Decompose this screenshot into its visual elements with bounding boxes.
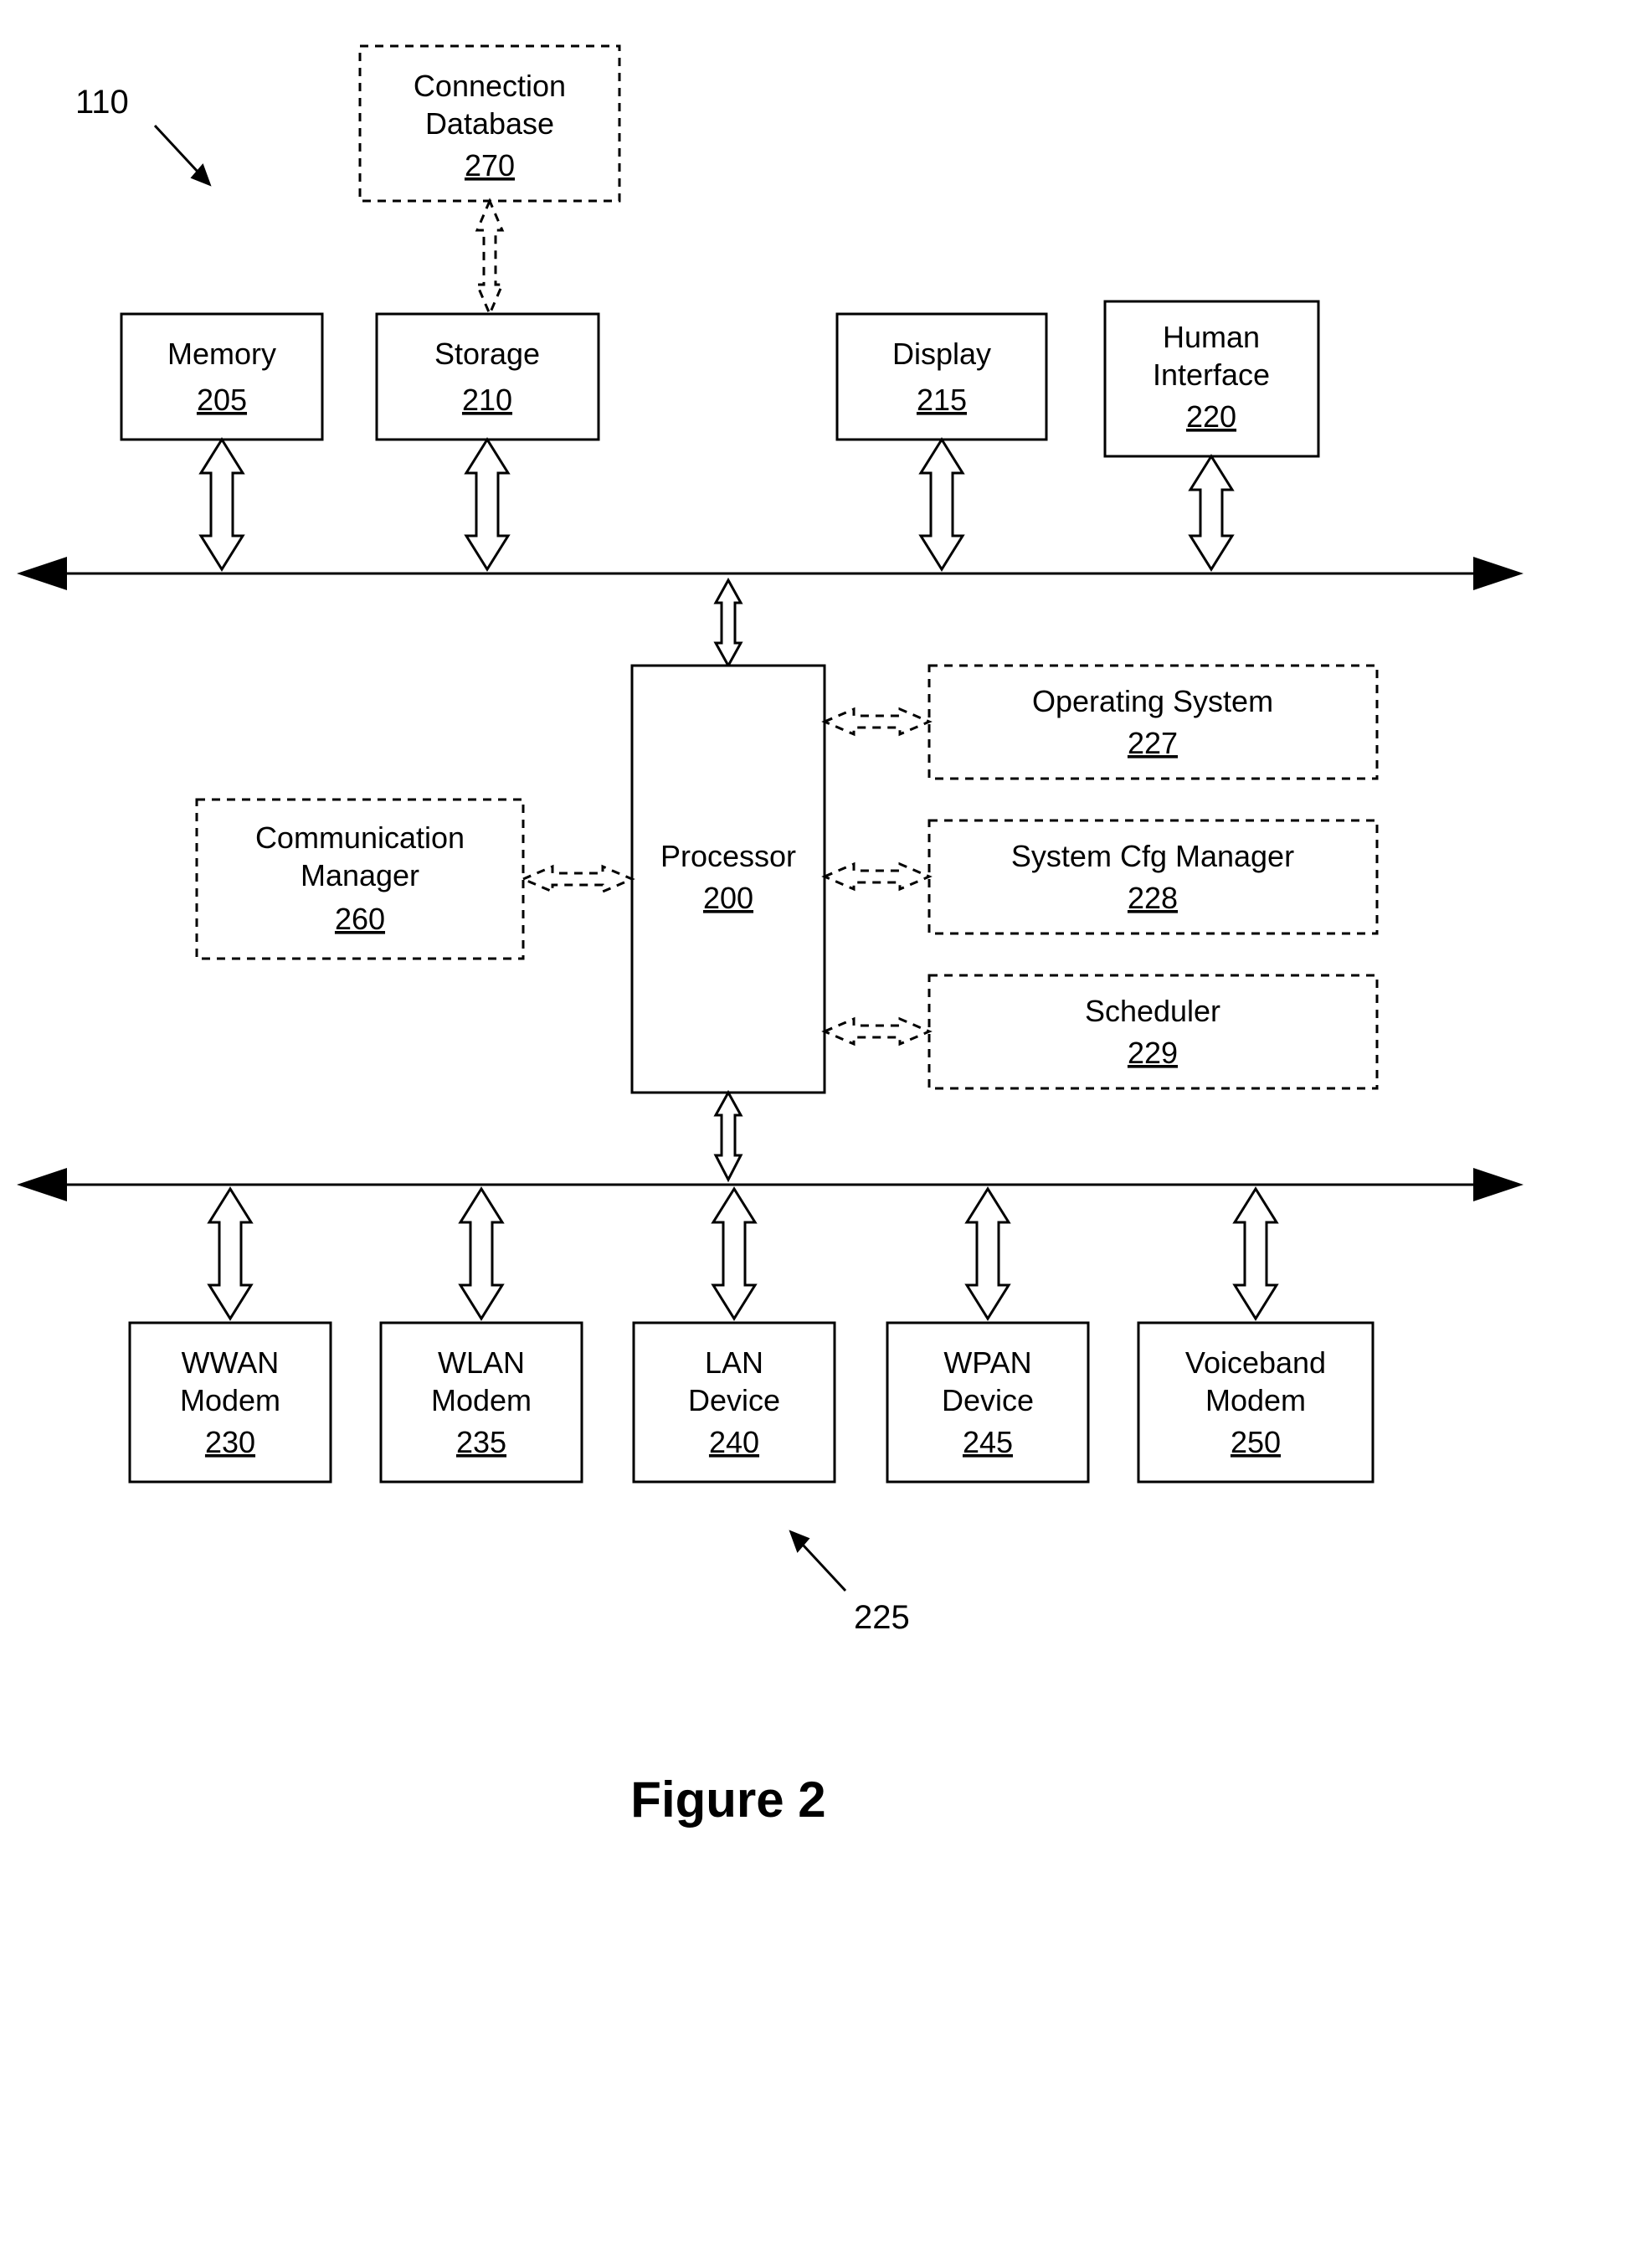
box-human-interface: Human Interface 220 [1105, 301, 1318, 456]
box-processor: Processor 200 [632, 666, 825, 1093]
box-memory: Memory 205 [121, 314, 322, 440]
connector-bus-vband [1235, 1189, 1277, 1319]
svg-text:Communication: Communication [255, 820, 465, 855]
svg-text:Connection: Connection [414, 69, 566, 103]
box-storage: Storage 210 [377, 314, 599, 440]
box-display: Display 215 [837, 314, 1046, 440]
svg-text:210: 210 [462, 383, 512, 417]
svg-text:WWAN: WWAN [182, 1345, 280, 1380]
svg-text:Device: Device [688, 1383, 780, 1417]
bus-top [17, 557, 1524, 590]
svg-text:250: 250 [1231, 1425, 1281, 1459]
box-wwan: WWAN Modem 230 [130, 1323, 331, 1482]
svg-text:227: 227 [1128, 726, 1178, 760]
svg-text:220: 220 [1186, 399, 1236, 434]
svg-text:WPAN: WPAN [943, 1345, 1031, 1380]
reference-110: 110 [75, 84, 129, 121]
connector-conndb-storage [477, 201, 502, 314]
svg-text:229: 229 [1128, 1036, 1178, 1070]
connector-memory-bus [201, 440, 243, 569]
reference-225: 225 [854, 1599, 910, 1636]
connector-proc-os [825, 709, 929, 734]
box-syscfg: System Cfg Manager 228 [929, 820, 1377, 933]
svg-text:Manager: Manager [301, 858, 419, 892]
connector-bus-wlan [460, 1189, 502, 1319]
svg-text:Modem: Modem [431, 1383, 532, 1417]
svg-text:200: 200 [703, 881, 753, 915]
svg-text:Voiceband: Voiceband [1185, 1345, 1326, 1380]
svg-text:235: 235 [456, 1425, 506, 1459]
box-connection-database: Connection Database 270 [360, 46, 619, 201]
svg-text:Memory: Memory [167, 337, 276, 371]
svg-text:Modem: Modem [180, 1383, 280, 1417]
connector-bus-lan [713, 1189, 755, 1319]
box-wlan: WLAN Modem 235 [381, 1323, 582, 1482]
pointer-arrow-110 [155, 126, 209, 184]
connector-hi-bus [1190, 456, 1232, 569]
connector-proc-sched [825, 1019, 929, 1044]
svg-text:240: 240 [709, 1425, 759, 1459]
connector-proc-bus-bottom [716, 1093, 741, 1180]
svg-text:228: 228 [1128, 881, 1178, 915]
svg-text:245: 245 [963, 1425, 1013, 1459]
svg-text:Operating System: Operating System [1032, 684, 1273, 718]
box-wpan: WPAN Device 245 [887, 1323, 1088, 1482]
svg-text:Device: Device [942, 1383, 1034, 1417]
box-lan: LAN Device 240 [634, 1323, 835, 1482]
box-scheduler: Scheduler 229 [929, 975, 1377, 1088]
svg-text:260: 260 [335, 902, 385, 936]
svg-text:270: 270 [465, 148, 515, 183]
bus-bottom [17, 1168, 1524, 1201]
connector-proc-syscfg [825, 864, 929, 889]
svg-text:WLAN: WLAN [438, 1345, 525, 1380]
svg-text:205: 205 [197, 383, 247, 417]
pointer-arrow-225 [791, 1532, 845, 1591]
box-voiceband: Voiceband Modem 250 [1138, 1323, 1373, 1482]
connector-commmgr-proc [523, 867, 632, 892]
svg-text:System Cfg Manager: System Cfg Manager [1011, 839, 1294, 873]
connector-bus-proc-top [716, 580, 741, 666]
figure-label: Figure 2 [630, 1772, 825, 1828]
svg-text:LAN: LAN [705, 1345, 763, 1380]
connector-display-bus [921, 440, 963, 569]
connector-bus-wwan [209, 1189, 251, 1319]
connector-storage-bus [466, 440, 508, 569]
box-comm-manager: Communication Manager 260 [197, 800, 523, 959]
svg-text:215: 215 [917, 383, 967, 417]
figure-2-diagram: 110 Connection Database 270 Memory 205 S… [0, 0, 1634, 2268]
svg-text:Database: Database [425, 106, 554, 141]
svg-text:230: 230 [205, 1425, 255, 1459]
svg-text:Processor: Processor [660, 839, 796, 873]
box-os: Operating System 227 [929, 666, 1377, 779]
connector-bus-wpan [967, 1189, 1009, 1319]
svg-text:Human: Human [1163, 320, 1260, 354]
svg-text:Modem: Modem [1205, 1383, 1306, 1417]
svg-text:Scheduler: Scheduler [1085, 994, 1220, 1028]
svg-text:Display: Display [892, 337, 991, 371]
svg-text:Interface: Interface [1153, 357, 1270, 392]
svg-text:Storage: Storage [434, 337, 540, 371]
